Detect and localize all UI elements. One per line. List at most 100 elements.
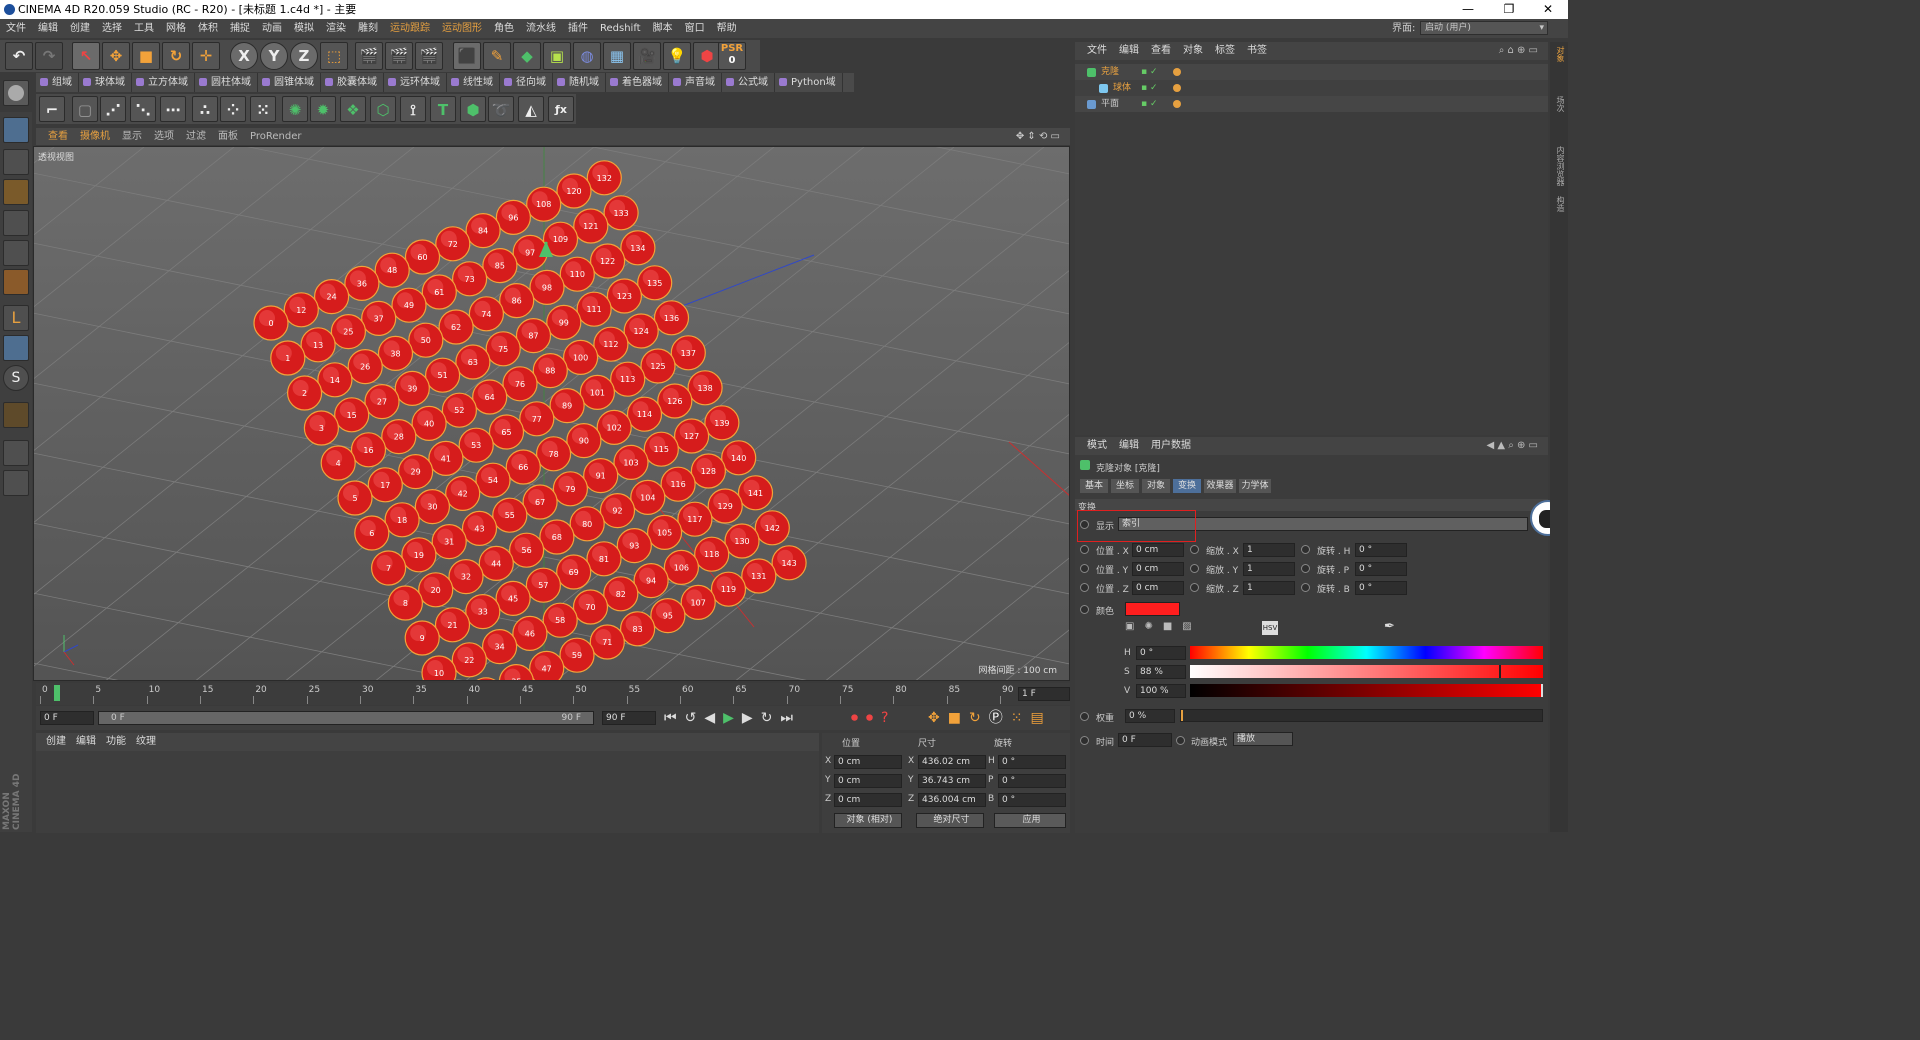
mograph-matrix-icon[interactable]: ✺ xyxy=(282,96,308,122)
field-button-3[interactable]: 圆柱体域 xyxy=(195,73,258,92)
coord-field[interactable]: 0 cm xyxy=(834,755,902,769)
coord-field[interactable]: 436.004 cm xyxy=(918,793,986,807)
key-scale-icon[interactable]: ■ xyxy=(948,710,969,726)
attribute-menu-item-0[interactable]: 模式 xyxy=(1081,437,1113,455)
menu-item-6[interactable]: 体积 xyxy=(192,19,224,38)
weight-radio[interactable] xyxy=(1080,712,1089,721)
material-menu-item-3[interactable]: 纹理 xyxy=(131,733,161,751)
redo-button[interactable]: ↷ xyxy=(35,42,63,70)
effector-icon[interactable]: ◭ xyxy=(518,96,544,122)
viewport-nav-icons[interactable]: ✥ ⇕ ⟲ ▭ xyxy=(1010,128,1066,145)
render-picture-icon[interactable]: 🎬 xyxy=(385,42,413,70)
menu-item-5[interactable]: 网格 xyxy=(160,19,192,38)
param-field[interactable]: 1 xyxy=(1243,562,1295,576)
visibility-toggle-icon[interactable]: ▪ ✓ xyxy=(1141,99,1161,109)
hue-slider[interactable] xyxy=(1190,646,1543,659)
go-end-icon[interactable]: ⏭ xyxy=(780,710,801,726)
coord-mode-select[interactable]: 对象 (相对) xyxy=(834,813,902,828)
object-menu-item-1[interactable]: 编辑 xyxy=(1113,42,1145,60)
cloner-icon[interactable]: ❖ xyxy=(340,96,366,122)
subdivision-icon[interactable]: ◆ xyxy=(513,42,541,70)
menu-item-4[interactable]: 工具 xyxy=(128,19,160,38)
param-field[interactable]: 0 ° xyxy=(1355,543,1407,557)
coord-field[interactable]: 0 cm xyxy=(834,793,902,807)
globe-icon[interactable] xyxy=(3,80,29,106)
coord-system-icon[interactable]: ⬚ xyxy=(320,42,348,70)
param-field[interactable]: 0 cm xyxy=(1132,581,1184,595)
param-field[interactable]: 0 cm xyxy=(1132,543,1184,557)
attribute-tab-1[interactable]: 坐标 xyxy=(1111,479,1139,493)
menu-item-19[interactable]: 窗口 xyxy=(679,19,711,38)
clone-sphere[interactable] xyxy=(469,677,503,681)
object-row[interactable]: 克隆 ▪ ✓ xyxy=(1075,64,1548,80)
keyframe-help-icon[interactable]: ? xyxy=(881,710,896,726)
weight-field[interactable]: 0 % xyxy=(1125,709,1175,723)
viewport-menu-item-1[interactable]: 摄像机 xyxy=(74,128,116,145)
param-field[interactable]: 1 xyxy=(1243,543,1295,557)
field-button-2[interactable]: 立方体域 xyxy=(132,73,195,92)
pen-tool-icon[interactable]: ✎ xyxy=(483,42,511,70)
menu-item-10[interactable]: 渲染 xyxy=(320,19,352,38)
eyedropper-icon[interactable]: ✒ xyxy=(1384,619,1395,634)
field-button-9[interactable]: 随机域 xyxy=(553,73,606,92)
object-menu-item-2[interactable]: 查看 xyxy=(1145,42,1177,60)
spectrum-mode-icon[interactable]: ■ xyxy=(1163,621,1182,632)
field-button-7[interactable]: 线性域 xyxy=(447,73,500,92)
z-axis-button[interactable]: Z xyxy=(290,42,318,70)
coord-field[interactable]: 0 ° xyxy=(998,793,1066,807)
param-radio[interactable] xyxy=(1190,583,1199,592)
tweak-icon[interactable] xyxy=(3,335,29,361)
weight-slider[interactable] xyxy=(1180,709,1543,722)
y-axis-button[interactable]: Y xyxy=(260,42,288,70)
object-menu-item-0[interactable]: 文件 xyxy=(1081,42,1113,60)
size-mode-select[interactable]: 绝对尺寸 xyxy=(916,813,984,828)
wheel-mode-icon[interactable]: ✺ xyxy=(1144,621,1162,632)
loop-icon[interactable]: ↻ xyxy=(761,710,781,726)
right-strip-tab-0[interactable]: 对象 xyxy=(1552,46,1566,62)
timeline-icon[interactable]: ▤ xyxy=(1030,710,1051,726)
viewport-menu-item-2[interactable]: 显示 xyxy=(116,128,148,145)
field-button-13[interactable]: Python域 xyxy=(775,73,843,92)
key-pla-icon[interactable]: ⁙ xyxy=(1011,710,1031,726)
hsv-mode-button[interactable]: HSV xyxy=(1262,621,1278,635)
material-menu-item-1[interactable]: 编辑 xyxy=(71,733,101,751)
layout-select[interactable]: 启动 (用户) ▾ xyxy=(1420,21,1548,35)
menu-item-2[interactable]: 创建 xyxy=(64,19,96,38)
menu-item-1[interactable]: 编辑 xyxy=(32,19,64,38)
record-controls[interactable]: ⏺⏺? xyxy=(851,709,921,727)
menu-item-15[interactable]: 流水线 xyxy=(520,19,562,38)
right-strip-tab-1[interactable]: 场次 xyxy=(1552,96,1566,112)
workplane-snap-icon[interactable] xyxy=(3,470,29,496)
polygon-pen-icon[interactable]: ⌐ xyxy=(39,96,65,122)
param-radio[interactable] xyxy=(1301,564,1310,573)
live-select-icon[interactable]: ✛ xyxy=(192,42,220,70)
viewport-menu-item-4[interactable]: 过滤 xyxy=(180,128,212,145)
tracer-icon[interactable]: ⟟ xyxy=(400,96,426,122)
param-radio[interactable] xyxy=(1080,545,1089,554)
menu-item-8[interactable]: 动画 xyxy=(256,19,288,38)
floor-icon[interactable]: ▦ xyxy=(603,42,631,70)
key-pos-icon[interactable]: ✥ xyxy=(928,710,948,726)
s-field[interactable]: 88 % xyxy=(1136,665,1186,679)
render-settings-icon[interactable]: 🎬 xyxy=(415,42,443,70)
loop-select-icon[interactable]: ⋰ xyxy=(100,96,126,122)
object-menu-item-5[interactable]: 书签 xyxy=(1241,42,1273,60)
menu-item-16[interactable]: 插件 xyxy=(562,19,594,38)
viewport-menu-item-0[interactable]: 查看 xyxy=(42,128,74,145)
mo-extrude-icon[interactable]: ⬢ xyxy=(460,96,486,122)
start-frame-field[interactable]: 0 F xyxy=(40,711,94,725)
viewport-menu-item-3[interactable]: 选项 xyxy=(148,128,180,145)
cloner-spheres[interactable]: 132120108133961218410972 1349760 1228548 11… xyxy=(253,160,807,681)
apply-button[interactable]: 应用 xyxy=(994,813,1066,828)
color-radio[interactable] xyxy=(1080,605,1089,614)
menu-item-13[interactable]: 运动图形 xyxy=(436,19,488,38)
menu-item-12[interactable]: 运动跟踪 xyxy=(384,19,436,38)
param-field[interactable]: 0 cm xyxy=(1132,562,1184,576)
visibility-toggle-icon[interactable]: ▪ ✓ xyxy=(1141,83,1161,93)
select-tool-icon[interactable]: ↖ xyxy=(72,42,100,70)
menu-item-7[interactable]: 捕捉 xyxy=(224,19,256,38)
polygons-mode-icon[interactable]: ⁙ xyxy=(250,96,276,122)
timeline-ruler[interactable]: 0 5 10 15 20 25 30 35 40 45 50 55 60 65 70 75 80 85 90 1 F xyxy=(36,683,1070,705)
ring-select-icon[interactable]: ⋱ xyxy=(130,96,156,122)
formula-effector-icon[interactable]: ƒx xyxy=(548,96,574,122)
